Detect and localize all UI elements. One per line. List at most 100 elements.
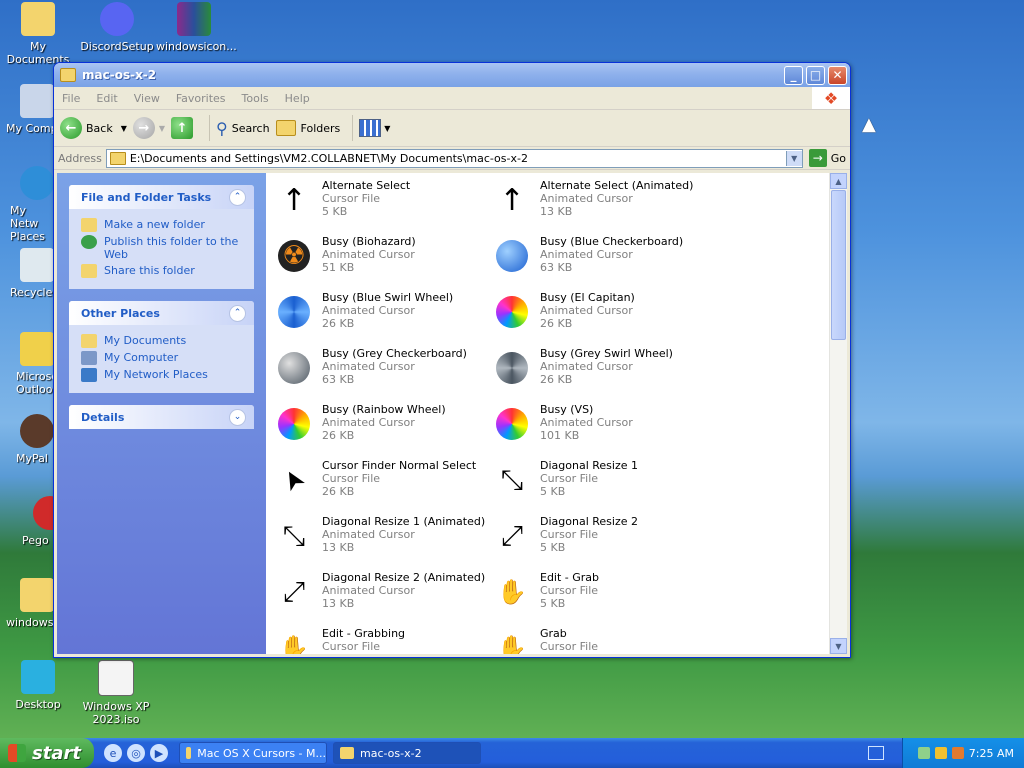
clock: 7:25 AM [968,746,1014,760]
security-shield-icon[interactable] [934,747,947,759]
menu-tools[interactable]: Tools [234,92,277,105]
up-folder-button[interactable]: ↑ [171,117,197,139]
task-make-new-folder[interactable]: Make a new folder [81,218,244,232]
panel-header[interactable]: File and Folder Tasks ⌃ [69,185,254,209]
diag-resize-1-icon: ⤡ [276,518,312,554]
taskbar-item-mac-os-x-2[interactable]: mac-os-x-2 [333,742,481,764]
place-my-network[interactable]: My Network Places [81,368,244,382]
go-button[interactable]: → Go [808,149,846,167]
arrow-up-icon: ↑ [494,182,530,218]
file-item[interactable]: ✋ Edit - Grabbing Cursor File [276,627,494,654]
browser-icon[interactable]: ◎ [127,744,145,762]
rainbow-wheel-icon-glyph [278,408,310,440]
search-button[interactable]: ⚲ Search [216,119,270,138]
desktop-icon-my-documents[interactable]: My Documents [0,2,76,66]
file-item[interactable]: ⤢ Diagonal Resize 2 Cursor File 5 KB [494,515,712,571]
file-item[interactable]: Busy (Grey Swirl Wheel) Animated Cursor 26… [494,347,712,403]
file-item[interactable]: ⤡ Diagonal Resize 1 Cursor File 5 KB [494,459,712,515]
file-item[interactable]: ⤢ Diagonal Resize 2 (Animated) Animated Cu… [276,571,494,627]
file-item[interactable]: Busy (Blue Checkerboard) Animated Cursor 6… [494,235,712,291]
desktop-icon-windows-iso[interactable]: Windows XP 2023.iso [78,660,154,726]
file-name: Busy (VS) [540,403,594,416]
media-player-icon[interactable]: ▶ [150,744,168,762]
start-button[interactable]: start [0,738,94,768]
collapse-icon[interactable]: ⌃ [229,304,246,322]
hand-icon-glyph: ✋ [497,634,527,654]
vertical-scrollbar[interactable]: ▲ ▼ [829,173,847,654]
desktop-icon-desktop[interactable]: Desktop [0,660,76,711]
scroll-thumb[interactable] [831,190,846,340]
folders-button[interactable]: Folders [275,120,340,136]
menu-file[interactable]: File [54,92,88,105]
address-input[interactable]: E:\Documents and Settings\VM2.COLLABNET\… [105,148,803,168]
desktop-icon-windowsicon[interactable]: windowsicon... [156,2,237,53]
file-item[interactable]: ☢ Busy (Biohazard) Animated Cursor 51 KB [276,235,494,291]
task-publish-web[interactable]: Publish this folder to the Web [81,235,244,261]
go-arrow-icon: → [808,149,827,167]
file-item[interactable]: ✋ Grab Cursor File [494,627,712,654]
place-my-computer[interactable]: My Computer [81,351,244,365]
expand-icon[interactable]: ⌄ [229,408,246,426]
file-name: Busy (El Capitan) [540,291,635,304]
window-icon [186,747,192,759]
title-bar[interactable]: mac-os-x-2 _ □ ✕ [54,63,850,87]
scroll-down-button[interactable]: ▼ [830,638,847,654]
file-item[interactable]: Busy (El Capitan) Animated Cursor 26 KB [494,291,712,347]
toolbar-separator [352,115,354,141]
file-item[interactable]: Busy (VS) Animated Cursor 101 KB [494,403,712,459]
keyboard-icon[interactable] [868,746,884,760]
arrow-up-icon-glyph: ↑ [281,182,307,218]
file-item[interactable]: ➤ Cursor Finder Normal Select Cursor File 2… [276,459,494,515]
file-type: Cursor File [540,472,599,485]
file-item[interactable]: ↑ Alternate Select Cursor File 5 KB [276,179,494,235]
blue-swirl-icon [276,294,312,330]
file-type: Cursor File [322,192,381,205]
file-size: 101 KB [540,429,580,442]
file-size: 26 KB [322,317,355,330]
file-name: Busy (Biohazard) [322,235,416,248]
file-type: Cursor File [540,584,599,597]
forward-button[interactable]: → ▼ [132,117,165,139]
file-item[interactable]: Busy (Rainbow Wheel) Animated Cursor 26 KB [276,403,494,459]
desktop-icon-outlook[interactable]: Microso Outloo [16,332,54,396]
hand-icon-glyph: ✋ [279,634,309,654]
menu-view[interactable]: View [126,92,168,105]
diag-resize-2-icon-glyph: ⤢ [500,519,524,552]
file-type: Animated Cursor [322,304,415,317]
file-size: 51 KB [322,261,355,274]
ie-icon[interactable]: e [104,744,122,762]
search-tray-icon[interactable] [951,747,964,759]
file-item[interactable]: ↑ Alternate Select (Animated) Animated Cur… [494,179,712,235]
desktop-icon-my-network[interactable]: My Netw Places [10,166,54,243]
file-type: Animated Cursor [322,416,415,429]
desktop-icon-discord-setup[interactable]: DiscordSetup [79,2,155,53]
task-share-folder[interactable]: Share this folder [81,264,244,278]
address-dropdown-button[interactable]: ▼ [785,150,802,166]
file-item[interactable]: ✋ Edit - Grab Cursor File 5 KB [494,571,712,627]
file-item[interactable]: Busy (Blue Swirl Wheel) Animated Cursor 26… [276,291,494,347]
minimize-button[interactable]: _ [784,65,803,85]
back-button[interactable]: ← Back ▼ [60,117,127,139]
file-item[interactable]: Busy (Grey Checkerboard) Animated Cursor 6… [276,347,494,403]
file-name: Busy (Grey Swirl Wheel) [540,347,673,360]
network-tray-icon[interactable] [917,747,930,759]
file-name: Cursor Finder Normal Select [322,459,477,472]
file-item[interactable]: ⤡ Diagonal Resize 1 (Animated) Animated Cu… [276,515,494,571]
menu-edit[interactable]: Edit [88,92,125,105]
file-name: Edit - Grabbing [322,627,406,640]
menu-help[interactable]: Help [277,92,318,105]
scroll-up-button[interactable]: ▲ [830,173,847,189]
place-my-documents[interactable]: My Documents [81,334,244,348]
collapse-icon[interactable]: ⌃ [229,188,246,206]
taskbar-item-mac-cursors[interactable]: Mac OS X Cursors - M... [179,742,327,764]
menu-favorites[interactable]: Favorites [168,92,234,105]
explorer-window: mac-os-x-2 _ □ ✕ File Edit View Favorite… [53,62,851,658]
panel-header[interactable]: Details ⌄ [69,405,254,429]
file-type: Cursor File [322,472,381,485]
close-button[interactable]: ✕ [828,65,847,85]
panel-header[interactable]: Other Places ⌃ [69,301,254,325]
chevron-down-icon[interactable]: ▼ [121,124,127,133]
views-button[interactable]: ▼ [359,119,390,137]
file-folder-tasks-panel: File and Folder Tasks ⌃ Make a new folde… [69,185,254,289]
maximize-button[interactable]: □ [806,65,825,85]
